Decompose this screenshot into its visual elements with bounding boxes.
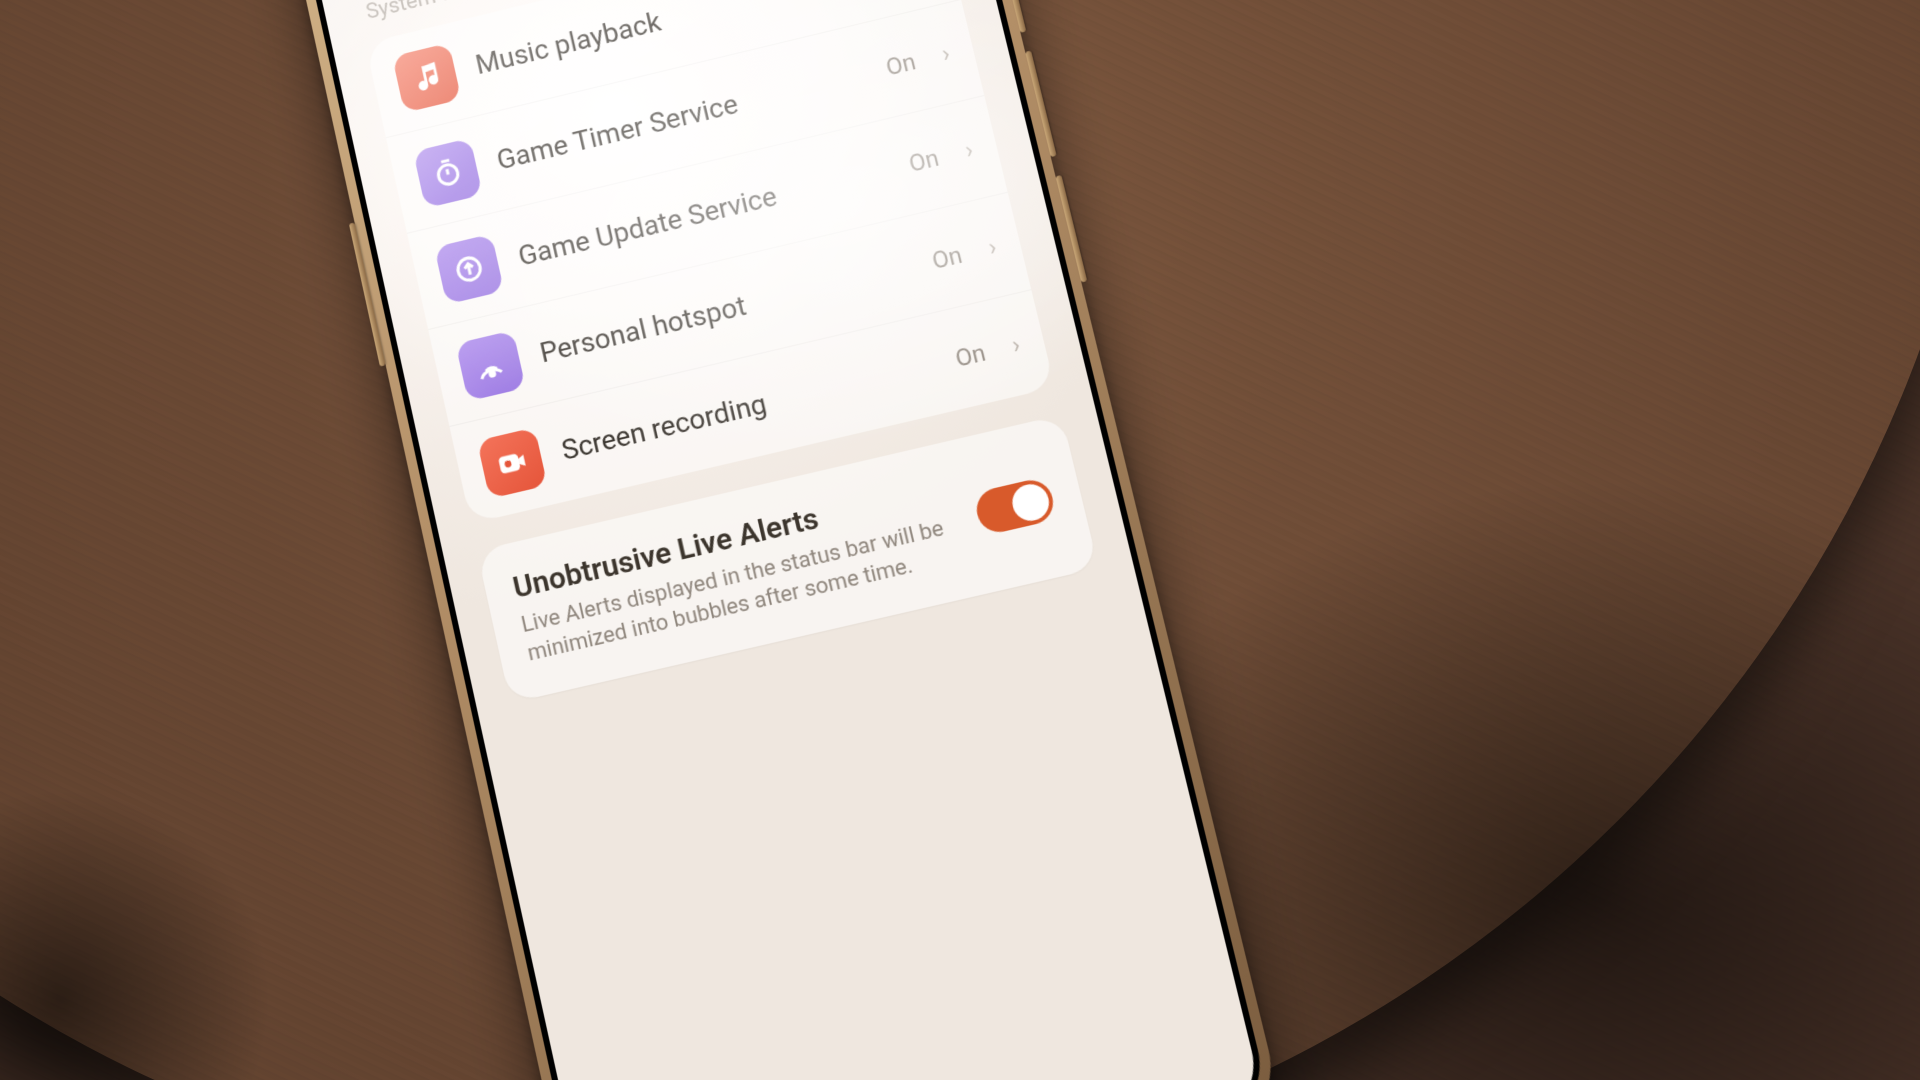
list-item-status: On (929, 241, 964, 275)
list-item-status: On (883, 47, 918, 81)
chevron-right-icon: › (986, 233, 1000, 262)
record-icon (477, 427, 548, 499)
list-item-status: On (953, 338, 989, 372)
chevron-right-icon: › (1009, 330, 1023, 359)
music-icon (392, 42, 461, 112)
chevron-right-icon: › (939, 39, 952, 67)
hotspot-icon (455, 330, 525, 401)
timer-icon (413, 138, 483, 209)
list-item-status: On (906, 144, 941, 178)
chevron-right-icon: › (962, 136, 975, 164)
update-icon (434, 233, 504, 304)
unobtrusive-alerts-toggle[interactable] (972, 476, 1057, 537)
